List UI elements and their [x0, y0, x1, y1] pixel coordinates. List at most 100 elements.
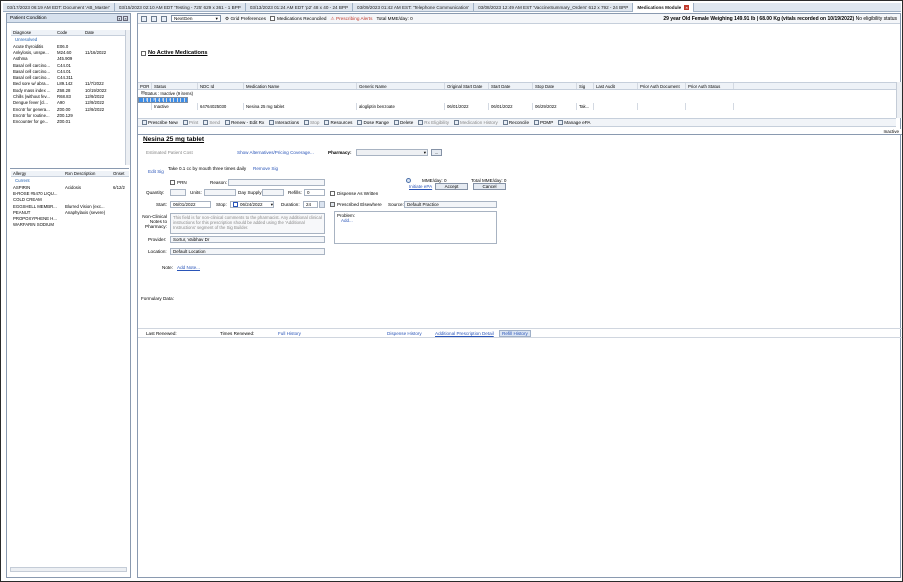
column-header[interactable]: NDC Id [198, 83, 244, 89]
edit-sig-link[interactable]: Edit Sig [148, 169, 164, 174]
action-prescribe-new-button[interactable]: Prescribe New [142, 120, 178, 126]
cancel-button[interactable]: Cancel [473, 183, 506, 190]
prescribing-alerts-button[interactable]: ⚠ Prescribing Alerts [330, 16, 372, 22]
medication-grid-scrollbar[interactable] [896, 82, 902, 118]
prescribed-elsewhere-checkbox[interactable]: Prescribed Elsewhere [330, 202, 382, 208]
full-history-link[interactable]: Full History [278, 331, 301, 336]
document-tab[interactable]: 03/08/2023 12:49 AM EST 'VaccineSummary_… [474, 3, 634, 12]
action-reconcile-button[interactable]: Reconcile [502, 120, 529, 126]
action-medication-history-button[interactable]: Medication History [454, 120, 498, 126]
table-cell: alogliptin benzoate [357, 103, 445, 110]
column-header[interactable]: Prior Auth Document [638, 83, 686, 89]
dispense-history-link[interactable]: Dispense History [387, 331, 422, 336]
problem-add-link[interactable]: Add... [341, 218, 353, 223]
add-note-link[interactable]: Add Note... [177, 265, 200, 270]
diagnosis-row[interactable]: Encntr for genera... Z00.00 12/9/2022 [11, 106, 129, 112]
column-header[interactable]: POR [138, 83, 152, 89]
document-tab[interactable]: Medications Module × [633, 3, 695, 12]
pharmacy-dropdown[interactable]: ▾ [356, 149, 428, 156]
copy-icon[interactable] [161, 15, 167, 22]
table-cell: Dengue fever [cl... [13, 100, 48, 106]
column-header[interactable]: Diagnose [11, 30, 55, 35]
units-field[interactable] [204, 189, 236, 196]
document-tab[interactable]: 03/15/2023 02:10 AM EDT 'Testing - 725' … [115, 3, 246, 12]
expand-checkbox[interactable] [141, 50, 146, 56]
pharmacy-more-button[interactable]: ... [431, 149, 442, 156]
day-supply-field[interactable] [262, 189, 284, 196]
column-header[interactable]: Status [152, 83, 198, 89]
refills-field[interactable]: 0 [304, 189, 325, 196]
action-stop-button[interactable]: Stop [304, 120, 319, 126]
action-renew-edit-rx-button[interactable]: Renew - Edit Rx [225, 120, 264, 126]
additional-detail-link[interactable]: Additional Prescription Detail [435, 331, 494, 336]
allergy-row[interactable]: WARFARIN SODIUM [11, 222, 129, 228]
refill-history-button[interactable]: Refill History [499, 330, 531, 337]
column-header[interactable]: Start Date [489, 83, 533, 89]
location-field[interactable]: Default Location [170, 248, 325, 255]
column-header[interactable]: Onset [111, 171, 129, 176]
medications-reconciled-checkbox[interactable]: Medications Reconciled [269, 16, 326, 22]
action-dose-range-button[interactable]: Dose Range [357, 120, 389, 126]
document-tab[interactable]: 03/13/2023 01:24 AM EDT 'p2' 48 x 40 - 2… [246, 3, 354, 12]
stop-date-checkbox[interactable] [233, 202, 238, 207]
provider-field[interactable]: Sortur, Vaibhav Dr [170, 236, 325, 243]
panel-splitter[interactable] [10, 168, 129, 169]
action-rx-eligibility-button[interactable]: Rx Eligibility [418, 120, 449, 126]
template-selector[interactable]: NextGen ▾ [171, 15, 221, 22]
diagnosis-row[interactable]: Bed sore w/ abra... L89.142 11/7/2022 [11, 81, 129, 87]
print-preview-icon[interactable] [151, 15, 157, 22]
prn-checkbox[interactable]: PRN [170, 180, 187, 186]
allergy-group-header[interactable]: Current [11, 177, 129, 184]
reason-field[interactable] [228, 179, 325, 186]
action-resources-button[interactable]: Resources [324, 120, 352, 126]
column-header[interactable]: Rxn Description [63, 171, 111, 176]
action-interactions-button[interactable]: Interactions [269, 120, 299, 126]
reconcile-icon [502, 120, 508, 126]
info-icon[interactable] [406, 178, 411, 183]
column-header[interactable]: Sig [577, 83, 594, 89]
close-icon[interactable]: × [123, 15, 128, 21]
action-delete-button[interactable]: Delete [393, 120, 413, 126]
refresh-icon[interactable] [141, 15, 147, 22]
column-header[interactable]: Allergy [11, 171, 63, 176]
source-field[interactable]: Default Practice [404, 201, 497, 208]
initiate-epa-link[interactable]: Initiate ePA [409, 184, 432, 189]
start-date-field[interactable]: 06/01/2022 [170, 201, 211, 208]
medication-row[interactable]: Inactive 64764025030 Nesina 25 mg tablet al… [138, 103, 896, 110]
pin-icon[interactable]: ▪ [117, 15, 122, 21]
accept-button[interactable]: Accept [435, 183, 468, 190]
document-tab[interactable]: 03/17/2023 06:19 AM EDT: Document 'AB_Ma… [3, 3, 115, 12]
allergy-hscrollbar[interactable] [10, 567, 127, 572]
diagnosis-row[interactable]: Encounter for ge... Z00.01 [11, 119, 129, 125]
duration-field[interactable]: 24 [303, 201, 318, 208]
column-header[interactable]: Last Audit [594, 83, 638, 89]
show-alternatives-link[interactable]: Show Alternatives/Pricing Coverage... [237, 150, 314, 155]
diagnosis-group-header[interactable]: Unresolved [11, 36, 129, 43]
diagnosis-row[interactable]: Ankylosis, unspe... M24.60 11/16/2022 [11, 49, 129, 55]
diagnosis-row[interactable]: Body mass index ... Z68.28 10/19/2022 [11, 87, 129, 93]
column-header[interactable]: Original Start Date [445, 83, 489, 89]
column-header[interactable]: Generic Name [357, 83, 445, 89]
stop-date-field[interactable]: 06/24/2022 ▾ [230, 201, 274, 208]
allergy-row[interactable]: ASPIRIN Acidosis 6/12/2 [11, 184, 129, 190]
action-manage-epa-button[interactable]: Manage ePA [558, 120, 591, 126]
calendar-icon[interactable] [319, 201, 325, 208]
diagnosis-row[interactable]: Chills (without fev... R68.83 12/9/2022 [11, 93, 129, 99]
column-header[interactable]: Stop Date [533, 83, 577, 89]
column-header[interactable]: Date [83, 30, 127, 35]
diagnosis-scrollbar[interactable] [125, 30, 130, 165]
column-header[interactable]: Medication Name [244, 83, 357, 89]
remove-sig-link[interactable]: Remove Sig [253, 166, 278, 171]
quantity-field[interactable] [170, 189, 186, 196]
action-pdmp-button[interactable]: PDMP [534, 120, 553, 126]
close-icon[interactable]: × [684, 5, 690, 10]
column-header[interactable]: Prior Auth Status [686, 83, 734, 89]
diagnosis-row[interactable]: Dengue fever [cl... A90 12/9/2022 [11, 100, 129, 106]
document-tab[interactable]: 03/09/2023 01:42 AM EST: 'Telephone Comm… [353, 3, 475, 12]
column-header[interactable]: Code [55, 30, 83, 35]
pharmacy-notes-field[interactable]: This field is for non-clinical comments … [170, 213, 325, 234]
action-print-button[interactable]: Print [182, 120, 198, 126]
grid-preferences-button[interactable]: ⚙ Grid Preferences [225, 16, 266, 22]
dispense-as-written-checkbox[interactable]: Dispense As Written [330, 191, 378, 197]
action-send-button[interactable]: Send [203, 120, 220, 126]
